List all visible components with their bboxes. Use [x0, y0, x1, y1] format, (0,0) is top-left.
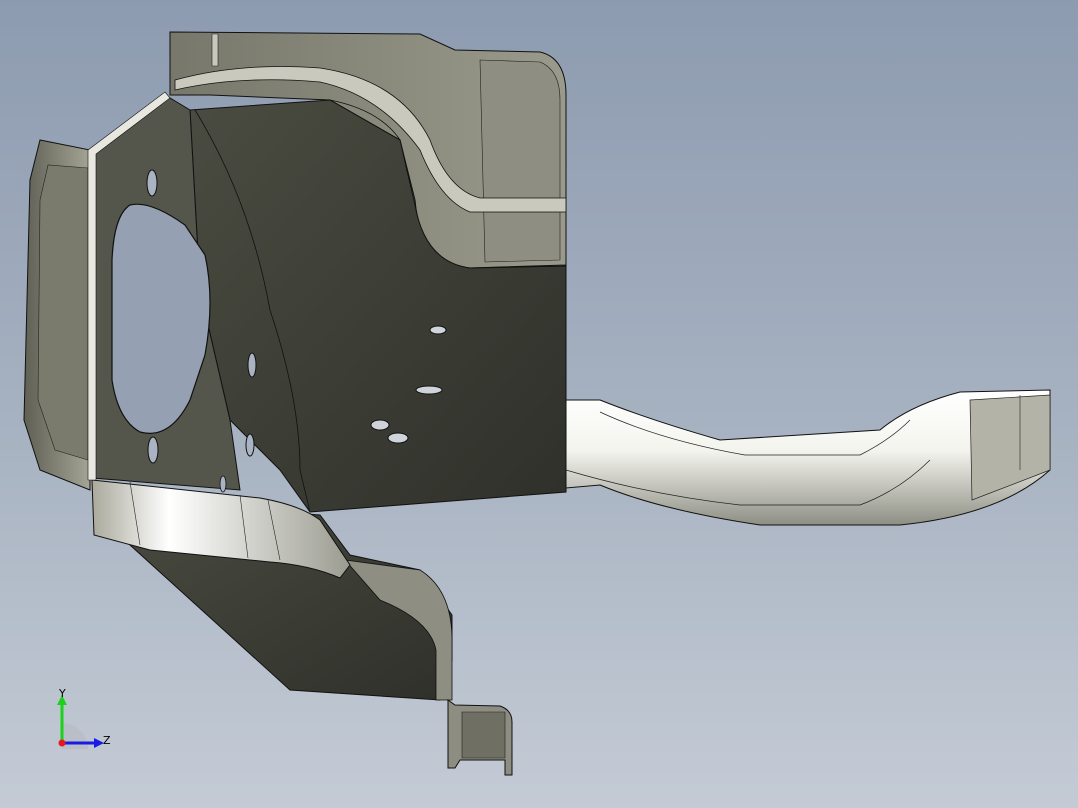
top-slot — [211, 33, 219, 67]
plate-hole-1 — [146, 169, 158, 197]
bracket-3d-model[interactable] — [0, 0, 1078, 808]
cad-viewport[interactable]: Y Z — [0, 0, 1078, 808]
web-hole-2 — [415, 385, 443, 395]
coordinate-triad: Y Z — [50, 685, 120, 755]
plate-hole-2 — [247, 352, 257, 378]
right-arm-end-face — [969, 394, 1051, 501]
y-axis-label: Y — [59, 687, 66, 700]
top-rear-inner-face — [479, 59, 561, 263]
left-side-inner — [37, 164, 89, 461]
web-hole-1 — [429, 325, 447, 335]
web-hole-4 — [387, 432, 409, 444]
web-hole-3 — [370, 419, 390, 431]
z-axis-label: Z — [103, 734, 111, 747]
plate-hole-4 — [147, 436, 159, 464]
plate-hole-3 — [245, 433, 255, 457]
plate-hole-5 — [219, 475, 227, 493]
bottom-tab-face — [461, 711, 506, 759]
